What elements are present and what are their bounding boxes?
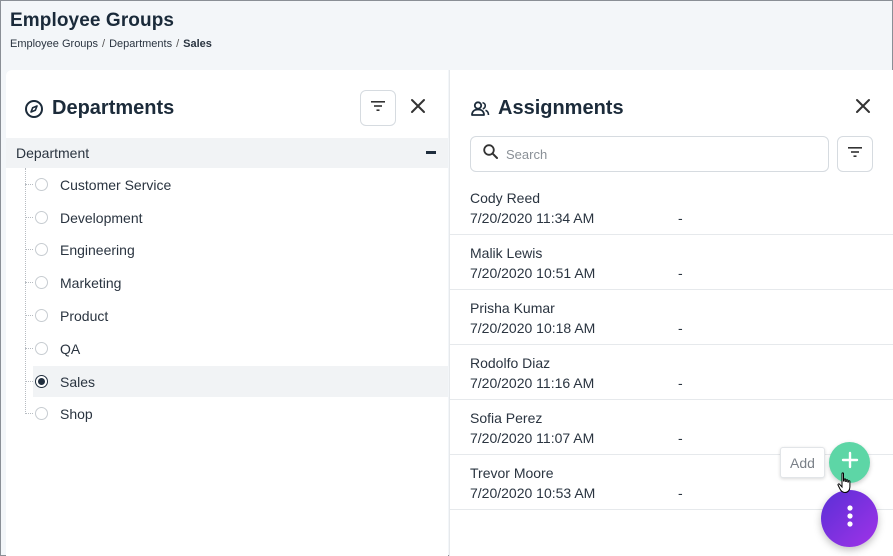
department-item-label: Product xyxy=(60,307,109,324)
close-icon xyxy=(410,98,426,119)
assignment-name: Rodolfo Diaz xyxy=(470,355,551,371)
department-item-marketing[interactable]: Marketing xyxy=(25,267,448,298)
assignment-end: - xyxy=(678,430,683,446)
close-icon xyxy=(855,98,871,119)
radio-button[interactable] xyxy=(35,407,48,420)
departments-filter-button[interactable] xyxy=(360,90,396,126)
assignment-name: Sofia Perez xyxy=(470,410,543,426)
assignment-timestamp: 7/20/2020 10:18 AM xyxy=(470,320,596,336)
assignments-filter-button[interactable] xyxy=(837,136,873,172)
filter-icon xyxy=(371,99,385,117)
department-item-label: Development xyxy=(60,209,143,226)
radio-button[interactable] xyxy=(35,276,48,289)
breadcrumb-separator: / xyxy=(176,38,180,50)
list-item[interactable]: Sofia Perez 7/20/2020 11:07 AM - xyxy=(450,400,893,455)
assignment-timestamp: 7/20/2020 11:07 AM xyxy=(470,430,595,446)
filter-icon xyxy=(848,145,862,163)
breadcrumb-item-employee-groups[interactable]: Employee Groups xyxy=(10,38,98,50)
department-item-product[interactable]: Product xyxy=(25,300,448,331)
page-title: Employee Groups xyxy=(10,10,175,31)
department-item-development[interactable]: Development xyxy=(25,202,448,233)
department-item-label: Engineering xyxy=(60,241,135,258)
list-item[interactable]: Prisha Kumar 7/20/2020 10:18 AM - xyxy=(450,290,893,345)
department-item-qa[interactable]: QA xyxy=(25,333,448,364)
assignment-timestamp: 7/20/2020 11:34 AM xyxy=(470,210,595,226)
assignments-panel: Assignments Search Cody Reed 7/20/2020 1… xyxy=(449,70,893,556)
department-item-label: Shop xyxy=(60,405,93,422)
department-item-label: Marketing xyxy=(60,274,122,291)
search-input[interactable] xyxy=(506,146,806,162)
page-header: Employee Groups Employee Groups / Departme… xyxy=(10,10,212,50)
breadcrumb: Employee Groups / Departments / Sales xyxy=(10,38,212,50)
assignments-close-button[interactable] xyxy=(851,96,875,120)
assignment-name: Cody Reed xyxy=(470,190,541,206)
add-tooltip: Add xyxy=(780,447,825,478)
department-item-label: Customer Service xyxy=(60,176,172,193)
assignment-end: - xyxy=(678,485,683,501)
department-item-customer-service[interactable]: Customer Service xyxy=(25,169,448,200)
radio-button[interactable] xyxy=(35,243,48,256)
radio-button[interactable] xyxy=(35,342,48,355)
departments-title-text: Departments xyxy=(52,97,175,119)
plus-icon xyxy=(841,451,859,474)
assignments-panel-title: Assignments xyxy=(470,97,624,120)
department-item-label: Sales xyxy=(60,373,96,390)
breadcrumb-separator: / xyxy=(102,38,106,50)
department-item-shop[interactable]: Shop xyxy=(25,398,448,429)
list-item[interactable]: Malik Lewis 7/20/2020 10:51 AM - xyxy=(450,235,893,290)
radio-button[interactable] xyxy=(35,178,48,191)
assignment-end: - xyxy=(678,375,683,391)
list-item[interactable]: Cody Reed 7/20/2020 11:34 AM - xyxy=(450,180,893,235)
breadcrumb-item-current: Sales xyxy=(183,38,212,50)
assignment-timestamp: 7/20/2020 11:16 AM xyxy=(470,375,595,391)
app-window: Employee Groups Employee Groups / Departme… xyxy=(0,0,893,556)
hand-cursor-icon xyxy=(837,472,853,499)
assignment-end: - xyxy=(678,210,683,226)
assignments-list: Cody Reed 7/20/2020 11:34 AM - Malik Lew… xyxy=(450,180,893,510)
collapse-icon[interactable] xyxy=(426,151,436,154)
tree-root-department[interactable]: Department xyxy=(6,138,448,168)
assignment-name: Prisha Kumar xyxy=(470,300,555,316)
more-vertical-icon xyxy=(846,504,854,533)
department-item-label: QA xyxy=(60,340,81,357)
assignment-end: - xyxy=(678,320,683,336)
departments-panel-title: Departments xyxy=(24,97,174,120)
assignment-timestamp: 7/20/2020 10:53 AM xyxy=(470,485,596,501)
department-item-engineering[interactable]: Engineering xyxy=(25,234,448,265)
breadcrumb-item-departments[interactable]: Departments xyxy=(109,38,172,50)
search-field[interactable] xyxy=(470,136,829,172)
radio-button-checked[interactable] xyxy=(35,375,48,388)
compass-icon xyxy=(24,99,44,119)
assignment-name: Malik Lewis xyxy=(470,245,543,261)
search-icon xyxy=(483,144,498,164)
assignment-name: Trevor Moore xyxy=(470,465,554,481)
department-item-sales[interactable]: Sales xyxy=(25,366,448,397)
assignment-end: - xyxy=(678,265,683,281)
departments-close-button[interactable] xyxy=(406,96,430,120)
radio-button[interactable] xyxy=(35,309,48,322)
list-item[interactable]: Rodolfo Diaz 7/20/2020 11:16 AM - xyxy=(450,345,893,400)
tree-root-label: Department xyxy=(16,145,90,161)
users-icon xyxy=(470,99,490,119)
departments-panel: Departments Department Customer Service … xyxy=(6,70,448,556)
tree-connector-line xyxy=(25,168,26,414)
assignment-timestamp: 7/20/2020 10:51 AM xyxy=(470,265,596,281)
assignments-title-text: Assignments xyxy=(498,97,624,119)
radio-button[interactable] xyxy=(35,211,48,224)
